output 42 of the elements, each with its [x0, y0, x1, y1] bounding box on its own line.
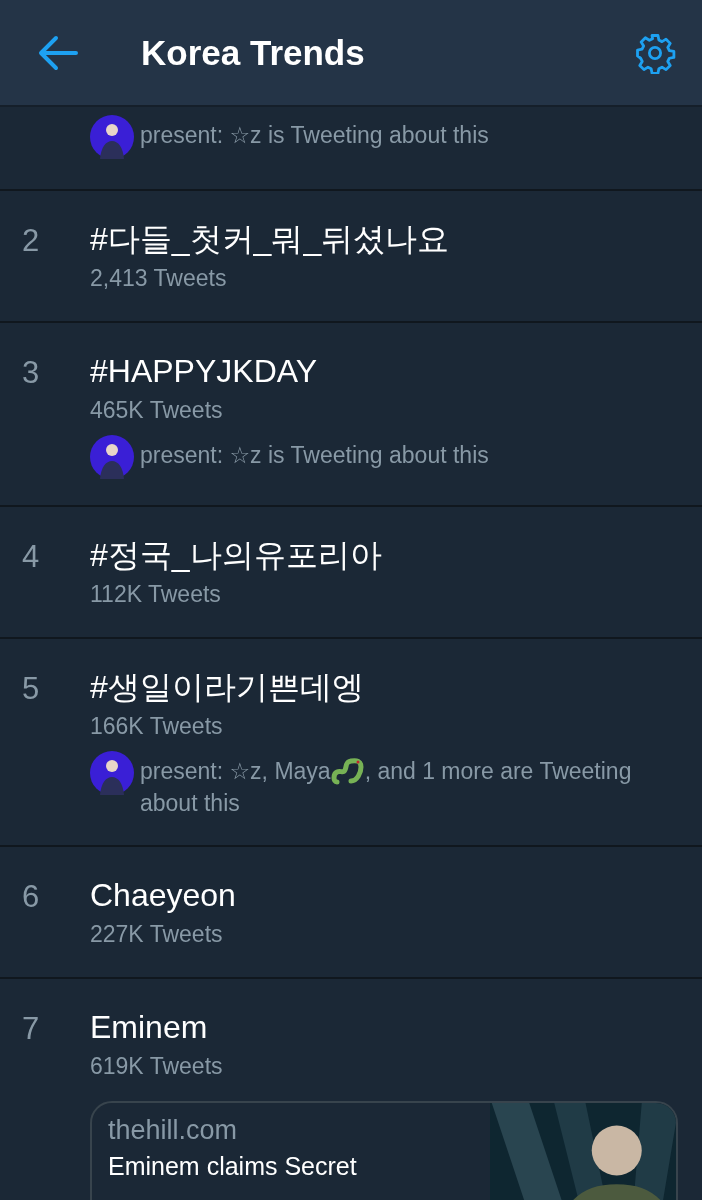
trend-name: #생일이라기쁜데엥	[90, 668, 365, 707]
presence-text: present: ☆z is Tweeting about this	[140, 121, 489, 150]
tweet-count: 166K Tweets	[90, 712, 224, 741]
settings-icon	[634, 31, 676, 74]
trend-item[interactable]: 4 #정국_나의유포리아 112K Tweets	[0, 507, 702, 639]
trend-item[interactable]: 6 Chaeyeon 227K Tweets	[0, 847, 702, 979]
tweet-count: 465K Tweets	[90, 396, 224, 425]
snake-icon	[330, 756, 365, 786]
settings-button[interactable]	[634, 31, 676, 74]
trend-name: #정국_나의유포리아	[90, 536, 383, 575]
trend-item[interactable]: 5 #생일이라기쁜데엥 166K Tweets present: ☆z, Maya , and 1 more are Tweeting about this	[0, 639, 702, 847]
trend-rank: 7	[21, 1010, 41, 1048]
trend-item[interactable]: 3 #HAPPYJKDAY 465K Tweets present: ☆z is Tweeting about this	[0, 323, 702, 507]
card-site: thehill.com	[108, 1115, 239, 1146]
presence-text: about this	[140, 789, 240, 818]
trend-name: Eminem	[90, 1008, 209, 1047]
trend-name: #다들_첫커_뭐_뒤셨나요	[90, 220, 451, 259]
trend-rank: 2	[21, 222, 41, 260]
card-title: Eminem claims Secret	[108, 1152, 358, 1181]
presence-text: , and 1 more are Tweeting	[364, 757, 632, 786]
avatar	[90, 751, 134, 795]
avatar	[90, 115, 134, 159]
tweet-count: 2,413 Tweets	[90, 264, 228, 293]
tweet-count: 227K Tweets	[90, 920, 224, 949]
trend-rank: 4	[21, 538, 41, 576]
trend-name: Chaeyeon	[90, 876, 237, 915]
link-card[interactable]: thehill.com Eminem claims Secret	[90, 1101, 678, 1200]
tweet-count: 619K Tweets	[90, 1052, 224, 1081]
back-button[interactable]	[38, 34, 78, 71]
trend-item[interactable]: 7 Eminem 619K Tweets thehill.com Eminem claims Secret	[0, 979, 702, 1200]
trend-item[interactable]: 2 #다들_첫커_뭐_뒤셨나요 2,413 Tweets	[0, 191, 702, 323]
avatar	[90, 435, 134, 479]
tweet-count: 112K Tweets	[90, 580, 222, 609]
trend-item[interactable]: present: ☆z is Tweeting about this	[0, 107, 702, 191]
trend-name: #HAPPYJKDAY	[90, 352, 319, 391]
trend-rank: 5	[21, 670, 41, 708]
page-title: Korea Trends	[141, 32, 366, 73]
back-arrow-icon	[38, 34, 78, 71]
trend-rank: 6	[21, 878, 41, 916]
presence-text: present: ☆z, Maya	[140, 757, 331, 786]
trend-rank: 3	[21, 354, 41, 392]
presence-text: present: ☆z is Tweeting about this	[140, 441, 489, 470]
